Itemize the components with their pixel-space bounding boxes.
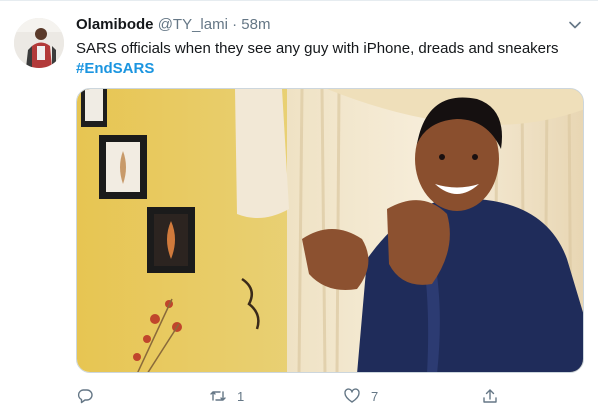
retweet-icon bbox=[210, 391, 226, 401]
retweet-count: 1 bbox=[237, 388, 245, 404]
avatar-image bbox=[14, 18, 64, 68]
tweet-media[interactable] bbox=[76, 88, 584, 373]
heart-icon bbox=[344, 388, 360, 403]
share-icon bbox=[483, 389, 497, 403]
retweet-button[interactable]: 1 bbox=[209, 386, 244, 406]
divider bbox=[0, 0, 598, 1]
reply-icon bbox=[77, 389, 93, 404]
author-handle[interactable]: @TY_lami bbox=[158, 16, 228, 33]
hashtag-link[interactable]: #EndSARS bbox=[76, 59, 154, 79]
chevron-down-icon bbox=[569, 21, 581, 29]
separator-dot: · bbox=[232, 16, 238, 33]
more-options-button[interactable] bbox=[566, 16, 584, 34]
timestamp[interactable]: 58m bbox=[241, 16, 270, 33]
like-button[interactable]: 7 bbox=[343, 386, 378, 406]
tweet-text: SARS officials when they see any guy wit… bbox=[76, 40, 559, 57]
reply-button[interactable] bbox=[76, 386, 104, 406]
share-button[interactable] bbox=[481, 386, 509, 406]
author-name[interactable]: Olamibode bbox=[76, 16, 154, 33]
avatar[interactable] bbox=[14, 18, 64, 68]
tweet-header: Olamibode @TY_lami · 58m bbox=[76, 15, 270, 35]
like-count: 7 bbox=[371, 388, 379, 404]
media-image bbox=[77, 89, 583, 372]
